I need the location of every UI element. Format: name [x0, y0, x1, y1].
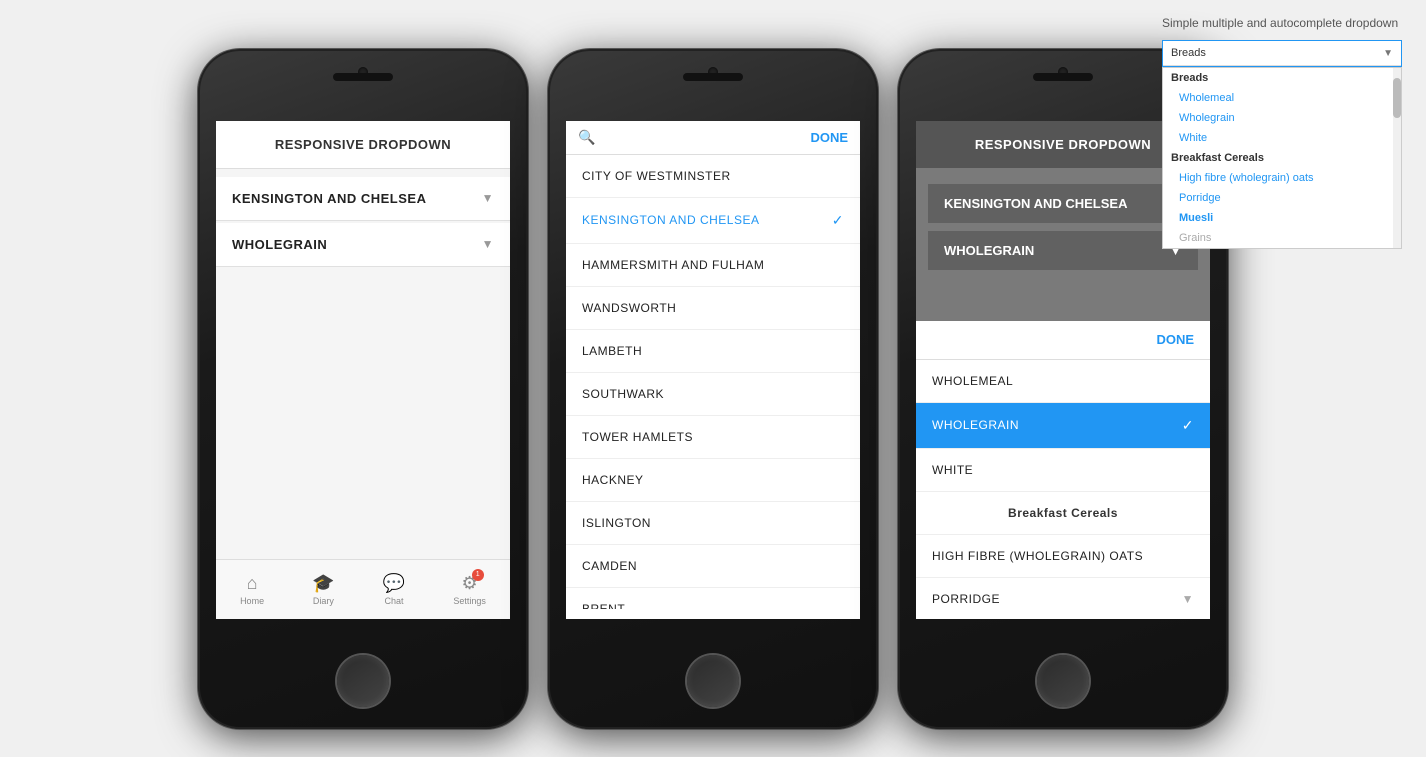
list-item-label: ISLINGTON — [582, 516, 651, 530]
bread-type-list[interactable]: WHOLEMEAL WHOLEGRAIN ✓ WHITE Breakfast C… — [916, 360, 1210, 614]
search-bar: 🔍 DONE — [566, 121, 860, 155]
list-item-wholemeal[interactable]: WHOLEMEAL — [916, 360, 1210, 403]
speaker-2 — [683, 73, 743, 81]
panel-option-white[interactable]: White — [1163, 128, 1401, 148]
screen1-header: RESPONSIVE DROPDOWN — [216, 121, 510, 169]
home-button-2[interactable] — [687, 655, 739, 707]
dropdown1-row[interactable]: KENSINGTON AND CHELSEA ▼ — [216, 177, 510, 221]
panel-scrollthumb — [1393, 78, 1401, 118]
list-item-label: BRENT — [582, 602, 625, 609]
checkmark-icon: ✓ — [832, 212, 844, 229]
nav-chat[interactable]: 💬 Chat — [383, 573, 405, 606]
select-header[interactable]: Breads ▼ — [1163, 41, 1401, 66]
list-item[interactable]: ISLINGTON — [566, 502, 860, 545]
nav-settings[interactable]: ⚙ 1 Settings — [453, 573, 486, 606]
list-item-label: WHITE — [932, 463, 973, 477]
list-item-label: HACKNEY — [582, 473, 644, 487]
search-icon: 🔍 — [578, 129, 595, 146]
list-item-porridge[interactable]: PORRIDGE ▼ — [916, 578, 1210, 614]
list-group-header-breakfast: Breakfast Cereals — [916, 492, 1210, 535]
list-item[interactable]: KENSINGTON AND CHELSEA ✓ — [566, 198, 860, 244]
list-item-label: HAMMERSMITH AND FULHAM — [582, 258, 764, 272]
phone-1: RESPONSIVE DROPDOWN KENSINGTON AND CHELS… — [198, 49, 528, 729]
scroll-indicator: ▼ — [1182, 592, 1194, 606]
panel-option-high-fibre[interactable]: High fibre (wholegrain) oats — [1163, 168, 1401, 188]
settings-badge: 1 — [472, 569, 484, 581]
panel-option-wholegrain[interactable]: Wholegrain — [1163, 108, 1401, 128]
list-item-label: WANDSWORTH — [582, 301, 676, 315]
list-item-label: WHOLEMEAL — [932, 374, 1013, 388]
screen3-bottom-sheet: DONE WHOLEMEAL WHOLEGRAIN ✓ WHITE Breakf… — [916, 321, 1210, 619]
list-item-high-fibre[interactable]: HIGH FIBRE (WHOLEGRAIN) OATS — [916, 535, 1210, 578]
screen-2: 🔍 DONE CITY OF WESTMINSTER KENSINGTON AN… — [566, 121, 860, 619]
panel-option-wholemeal[interactable]: Wholemeal — [1163, 88, 1401, 108]
nav-home-label: Home — [240, 596, 264, 606]
list-item-label: CITY OF WESTMINSTER — [582, 169, 731, 183]
list-item[interactable]: CITY OF WESTMINSTER — [566, 155, 860, 198]
home-button-3[interactable] — [1037, 655, 1089, 707]
list-item-label: CAMDEN — [582, 559, 637, 573]
list-item[interactable]: HAMMERSMITH AND FULHAM — [566, 244, 860, 287]
speaker-1 — [333, 73, 393, 81]
list-item-label: SOUTHWARK — [582, 387, 664, 401]
nav-diary[interactable]: 🎓 Diary — [312, 573, 334, 606]
panel-group-header-breads: Breads — [1163, 68, 1401, 88]
list-item[interactable]: WANDSWORTH — [566, 287, 860, 330]
panel-list-wrap: Breads Wholemeal Wholegrain White Breakf… — [1163, 68, 1401, 248]
nav-home[interactable]: ⌂ Home — [240, 573, 264, 606]
dropdown-options-panel: Breads Wholemeal Wholegrain White Breakf… — [1162, 67, 1402, 249]
selected-value: Breads — [1171, 47, 1383, 59]
list-item-label: WHOLEGRAIN — [932, 418, 1019, 432]
diary-icon: 🎓 — [312, 573, 334, 594]
dropdown2-row[interactable]: WHOLEGRAIN ▼ — [216, 223, 510, 267]
phone-2: 🔍 DONE CITY OF WESTMINSTER KENSINGTON AN… — [548, 49, 878, 729]
list-item-label: TOWER HAMLETS — [582, 430, 693, 444]
list-item[interactable]: HACKNEY — [566, 459, 860, 502]
dropdown1-arrow: ▼ — [482, 191, 494, 205]
list-item[interactable]: SOUTHWARK — [566, 373, 860, 416]
speaker-3 — [1033, 73, 1093, 81]
list-item[interactable]: TOWER HAMLETS — [566, 416, 860, 459]
panel-group-header-breakfast: Breakfast Cereals — [1163, 148, 1401, 168]
panel-option-porridge[interactable]: Porridge — [1163, 188, 1401, 208]
list-item-white[interactable]: WHITE — [916, 449, 1210, 492]
settings-icon: ⚙ 1 — [462, 573, 478, 594]
screen-1: RESPONSIVE DROPDOWN KENSINGTON AND CHELS… — [216, 121, 510, 619]
list-item[interactable]: LAMBETH — [566, 330, 860, 373]
checkmark-icon: ✓ — [1182, 417, 1194, 434]
list-item-label: KENSINGTON AND CHELSEA — [582, 213, 760, 227]
screen3-dropdown2-label: WHOLEGRAIN — [944, 243, 1034, 258]
panel-title: Simple multiple and autocomplete dropdow… — [1162, 16, 1410, 30]
list-item-label: HIGH FIBRE (WHOLEGRAIN) OATS — [932, 549, 1143, 563]
chat-icon: 💬 — [383, 573, 405, 594]
dropdown1-label: KENSINGTON AND CHELSEA — [232, 191, 426, 206]
panel-scrollbar[interactable] — [1393, 68, 1401, 248]
list-item[interactable]: BRENT — [566, 588, 860, 609]
home-button-1[interactable] — [337, 655, 389, 707]
autocomplete-select[interactable]: Breads ▼ — [1162, 40, 1402, 67]
group-header-label: Breakfast Cereals — [1008, 506, 1118, 520]
borough-list[interactable]: CITY OF WESTMINSTER KENSINGTON AND CHELS… — [566, 155, 860, 609]
bottom-nav-1: ⌂ Home 🎓 Diary 💬 Chat ⚙ 1 Settings — [216, 559, 510, 619]
dropdown2-arrow: ▼ — [482, 237, 494, 251]
home-icon: ⌂ — [247, 573, 258, 594]
done-button-3[interactable]: DONE — [1156, 332, 1194, 347]
list-item[interactable]: CAMDEN — [566, 545, 860, 588]
list-item-label: PORRIDGE — [932, 592, 1000, 606]
panel-option-grains[interactable]: Grains — [1163, 228, 1401, 248]
right-panel: Simple multiple and autocomplete dropdow… — [1146, 0, 1426, 265]
nav-diary-label: Diary — [313, 596, 334, 606]
screen3-done-bar: DONE — [916, 321, 1210, 360]
panel-list-content: Breads Wholemeal Wholegrain White Breakf… — [1163, 68, 1401, 248]
dropdown2-label: WHOLEGRAIN — [232, 237, 327, 252]
list-item-wholegrain[interactable]: WHOLEGRAIN ✓ — [916, 403, 1210, 449]
select-arrow-icon: ▼ — [1383, 48, 1393, 59]
done-button-2[interactable]: DONE — [810, 130, 848, 145]
nav-chat-label: Chat — [384, 596, 403, 606]
list-item-label: LAMBETH — [582, 344, 642, 358]
screen3-dropdown1-label: KENSINGTON AND CHELSEA — [944, 196, 1127, 211]
nav-settings-label: Settings — [453, 596, 486, 606]
panel-option-muesli[interactable]: Muesli — [1163, 208, 1401, 228]
